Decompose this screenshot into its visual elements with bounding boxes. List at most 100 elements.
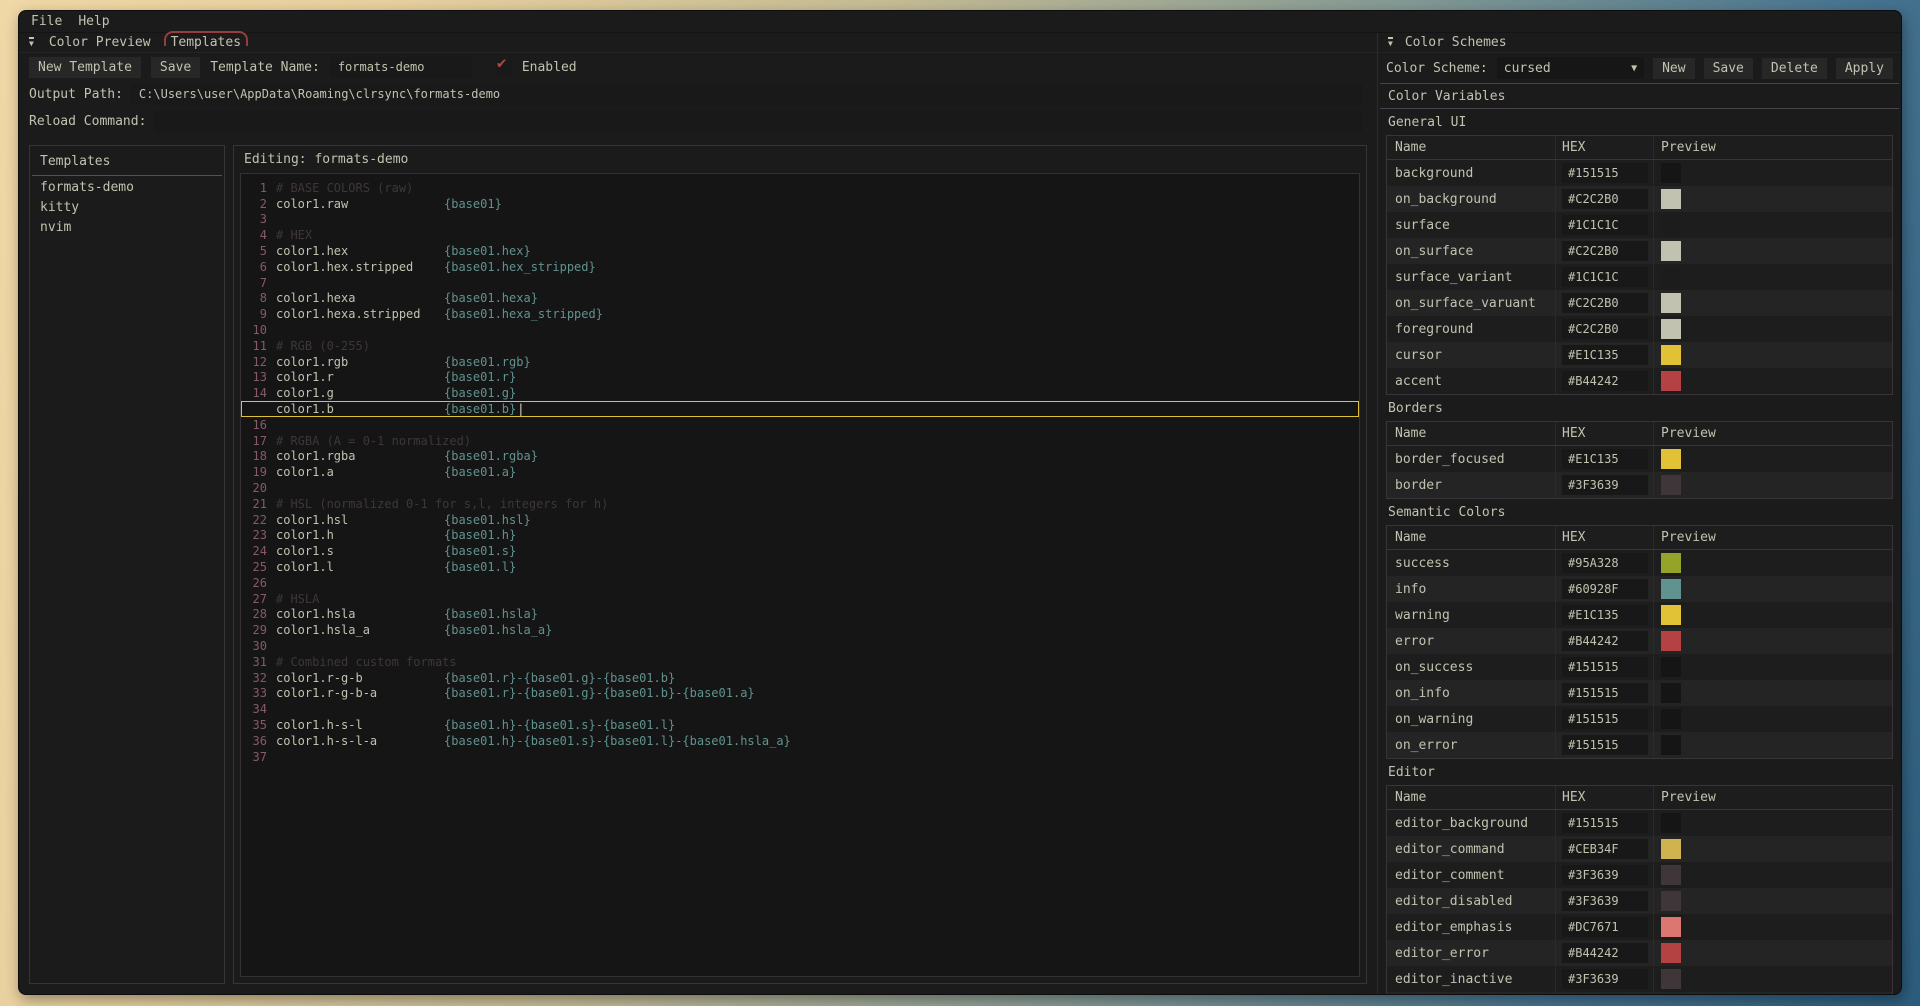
code-line[interactable]: 35color1.h-s-l{base01.h}-{base01.s}-{bas… [241,717,1359,733]
code-line[interactable]: 20 [241,480,1359,496]
code-line[interactable]: 27# HSLA [241,591,1359,607]
color-swatch[interactable] [1661,241,1681,261]
color-swatch[interactable] [1661,579,1681,599]
code-line[interactable]: 23color1.h{base01.h} [241,528,1359,544]
color-swatch[interactable] [1661,865,1681,885]
code-line[interactable]: 22color1.hsl{base01.hsl} [241,512,1359,528]
hex-value-input[interactable] [1562,475,1648,495]
code-line[interactable]: 12color1.rgb{base01.rgb} [241,354,1359,370]
template-list-item-kitty[interactable]: kitty [30,196,224,216]
save-template-button[interactable]: Save [151,57,200,78]
color-swatch[interactable] [1661,293,1681,313]
hex-value-input[interactable] [1562,267,1648,287]
scheme-delete-button[interactable]: Delete [1762,58,1827,79]
code-line[interactable]: 37 [241,749,1359,765]
hex-value-input[interactable] [1562,293,1648,313]
color-scheme-dropdown[interactable]: cursed ▼ [1497,57,1644,79]
scheme-apply-button[interactable]: Apply [1836,58,1893,79]
hex-value-input[interactable] [1562,631,1648,651]
color-swatch[interactable] [1661,605,1681,625]
code-line[interactable]: 8color1.hexa{base01.hexa} [241,291,1359,307]
code-line[interactable]: 3 [241,212,1359,228]
hex-value-input[interactable] [1562,865,1648,885]
template-list-item-nvim[interactable]: nvim [30,216,224,236]
color-swatch[interactable] [1661,657,1681,677]
hex-value-input[interactable] [1562,709,1648,729]
code-line[interactable]: 14color1.g{base01.g} [241,385,1359,401]
color-swatch[interactable] [1661,553,1681,573]
code-line[interactable]: 7 [241,275,1359,291]
color-swatch[interactable] [1661,969,1681,989]
hex-value-input[interactable] [1562,969,1648,989]
color-swatch[interactable] [1661,839,1681,859]
code-line-focused[interactable]: 15color1.b{base01.b}| [241,401,1359,417]
color-swatch[interactable] [1661,449,1681,469]
color-swatch[interactable] [1661,683,1681,703]
reload-command-input[interactable] [154,111,1363,132]
code-line[interactable]: 17# RGBA (A = 0-1 normalized) [241,433,1359,449]
hex-value-input[interactable] [1562,735,1648,755]
code-line[interactable]: 5color1.hex{base01.hex} [241,243,1359,259]
color-swatch[interactable] [1661,267,1681,287]
color-swatch[interactable] [1661,215,1681,235]
menu-item-help[interactable]: Help [78,14,109,29]
code-line[interactable]: 2color1.raw{base01} [241,196,1359,212]
hex-value-input[interactable] [1562,813,1648,833]
scheme-new-button[interactable]: New [1653,58,1694,79]
code-line[interactable]: 25color1.l{base01.l} [241,559,1359,575]
hex-value-input[interactable] [1562,163,1648,183]
new-template-button[interactable]: New Template [29,57,141,78]
code-line[interactable]: 33color1.r-g-b-a{base01.r}-{base01.g}-{b… [241,686,1359,702]
hex-value-input[interactable] [1562,241,1648,261]
hex-value-input[interactable] [1562,319,1648,339]
hex-value-input[interactable] [1562,917,1648,937]
code-line[interactable]: 13color1.r{base01.r} [241,370,1359,386]
code-line[interactable]: 29color1.hsla_a{base01.hsla_a} [241,622,1359,638]
code-line[interactable]: 10 [241,322,1359,338]
code-line[interactable]: 11# RGB (0-255) [241,338,1359,354]
color-swatch[interactable] [1661,709,1681,729]
hex-value-input[interactable] [1562,943,1648,963]
hex-value-input[interactable] [1562,657,1648,677]
color-swatch[interactable] [1661,163,1681,183]
template-code-editor[interactable]: 1# BASE COLORS (raw)2color1.raw{base01}3… [240,173,1360,977]
color-swatch[interactable] [1661,917,1681,937]
output-path-input[interactable] [131,84,1363,105]
code-line[interactable]: 21# HSL (normalized 0-1 for s,l, integer… [241,496,1359,512]
tab-color-preview[interactable]: Color Preview [44,34,156,51]
color-swatch[interactable] [1661,891,1681,911]
color-swatch[interactable] [1661,189,1681,209]
code-line[interactable]: 32color1.r-g-b{base01.r}-{base01.g}-{bas… [241,670,1359,686]
color-swatch[interactable] [1661,813,1681,833]
code-line[interactable]: 18color1.rgba{base01.rgba} [241,449,1359,465]
code-line[interactable]: 1# BASE COLORS (raw) [241,180,1359,196]
code-line[interactable]: 30 [241,638,1359,654]
color-swatch[interactable] [1661,475,1681,495]
code-line[interactable]: 16 [241,417,1359,433]
scheme-save-button[interactable]: Save [1704,58,1753,79]
color-swatch[interactable] [1661,735,1681,755]
hex-value-input[interactable] [1562,553,1648,573]
color-swatch[interactable] [1661,371,1681,391]
code-line[interactable]: 26 [241,575,1359,591]
hex-value-input[interactable] [1562,683,1648,703]
template-name-input[interactable] [330,57,472,78]
code-line[interactable]: 19color1.a{base01.a} [241,464,1359,480]
hex-value-input[interactable] [1562,579,1648,599]
code-line[interactable]: 4# HEX [241,227,1359,243]
code-line[interactable]: 36color1.h-s-l-a{base01.h}-{base01.s}-{b… [241,733,1359,749]
hex-value-input[interactable] [1562,189,1648,209]
code-line[interactable]: 28color1.hsla{base01.hsla} [241,607,1359,623]
code-line[interactable]: 24color1.s{base01.s} [241,543,1359,559]
menu-item-file[interactable]: File [31,14,62,29]
hex-value-input[interactable] [1562,215,1648,235]
code-line[interactable]: 9color1.hexa.stripped{base01.hexa_stripp… [241,306,1359,322]
code-line[interactable]: 6color1.hex.stripped{base01.hex_stripped… [241,259,1359,275]
hex-value-input[interactable] [1562,371,1648,391]
hex-value-input[interactable] [1562,449,1648,469]
code-line[interactable]: 34 [241,701,1359,717]
hex-value-input[interactable] [1562,345,1648,365]
hex-value-input[interactable] [1562,891,1648,911]
color-swatch[interactable] [1661,319,1681,339]
color-swatch[interactable] [1661,631,1681,651]
